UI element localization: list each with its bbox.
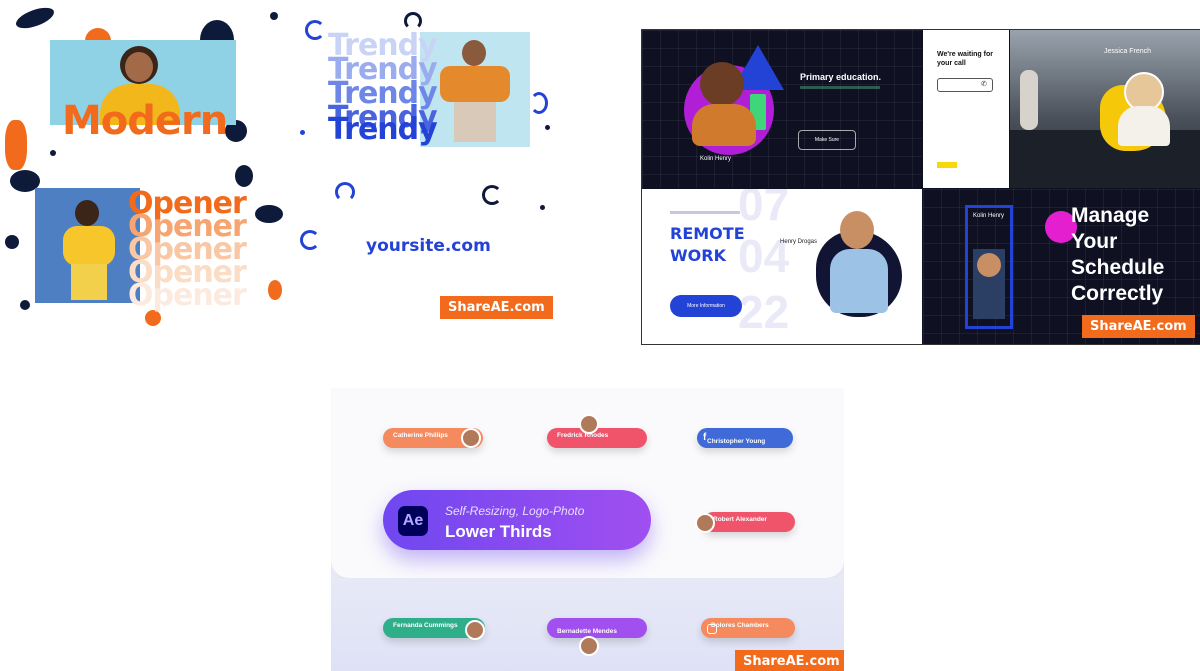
person-silhouette [1020,70,1038,130]
confetti-dot [5,235,19,249]
preview-corporate-titles: Kolin Henry Primary education. Make Sure… [641,29,1200,345]
person-silhouette [830,249,888,313]
watermark-badge: ShareAE.com [440,296,553,319]
watermark-badge: ShareAE.com [1082,315,1195,338]
after-effects-icon: Ae [398,506,428,536]
phone-icon: ✆ [981,81,987,88]
person-silhouette [692,104,756,146]
avatar [461,428,481,448]
word-modern: Modern [62,98,228,144]
photo-woman-yellow-outfit [35,188,140,303]
avatar [465,620,485,640]
person-silhouette [71,264,107,300]
confetti-dot [13,3,57,33]
tile-subtitle-line [800,86,880,89]
instagram-icon [707,624,717,634]
tile-primary-education: Kolin Henry Primary education. Make Sure [642,30,922,188]
person-silhouette [454,102,496,142]
tile-remote-work: 07 04 22 REMOTE WORK Henry Drogas More I… [642,189,922,344]
arc-shape [305,20,325,40]
tile-waiting-call: We're waiting for your call ✆ [923,30,1009,188]
tile-title: We're waiting for your call [937,51,993,67]
person-silhouette [462,40,486,66]
avatar [695,513,715,533]
confetti-dot [268,280,282,300]
person-name: Henry Drogas [780,239,818,245]
confetti-dot [540,205,545,210]
confetti-dot [270,12,278,20]
person-name: Kolin Henry [700,156,732,162]
person-name: Kolin Henry [973,213,1005,219]
tile-title: Manage Your Schedule Correctly [1071,204,1165,305]
confetti-dot [235,165,253,187]
presenter-name: Jessica French [1104,48,1152,55]
person-silhouette [440,66,510,102]
date-number: 22 [738,286,790,338]
more-info-button[interactable]: More Information [670,295,742,317]
hero-title: Lower Thirds [445,522,552,541]
call-button[interactable] [937,162,957,168]
word-trendy-5: Trendy [328,112,438,147]
confetti-dot [5,120,27,170]
lower-third-pill: Fredrick Rhodes [547,428,647,448]
person-silhouette [125,52,153,82]
lower-third-pill: Robert Alexander [703,512,795,532]
avatar-photo [700,62,744,106]
avatar [579,414,599,434]
preview-modern-opener: Modern Opener Opener Opener Opener Opene… [0,0,580,330]
person-silhouette [75,200,99,226]
tile-small-line [670,211,740,214]
arc-shape [482,185,502,205]
person-silhouette [63,226,115,266]
preview-lower-thirds: Ae Self-Resizing, Logo-Photo Lower Third… [331,388,844,671]
tile-title: Primary education. [800,72,882,82]
confetti-dot [20,300,30,310]
lower-third-pill: Bernadette Mendes [547,618,647,638]
avatar-photo [977,253,1001,277]
arc-shape [335,182,355,202]
tile-presenter: Jessica French [1010,30,1200,188]
person-silhouette [1118,106,1170,146]
confetti-dot [50,150,56,156]
confetti-dot [300,130,305,135]
arc-shape [530,92,548,114]
confetti-dot [545,125,550,130]
confetti-dot [255,205,283,223]
arc-shape [404,12,422,30]
avatar [579,636,599,656]
make-sure-button[interactable]: Make Sure [798,130,856,150]
watermark-badge: ShareAE.com [735,650,844,671]
avatar-photo [840,211,874,249]
website-text: yoursite.com [366,236,491,256]
word-opener-5: Opener [128,278,247,313]
hero-subtitle: Self-Resizing, Logo-Photo [445,504,585,518]
tile-title: REMOTE WORK [670,224,745,265]
facebook-icon: f [703,432,707,443]
arc-shape [300,230,320,250]
